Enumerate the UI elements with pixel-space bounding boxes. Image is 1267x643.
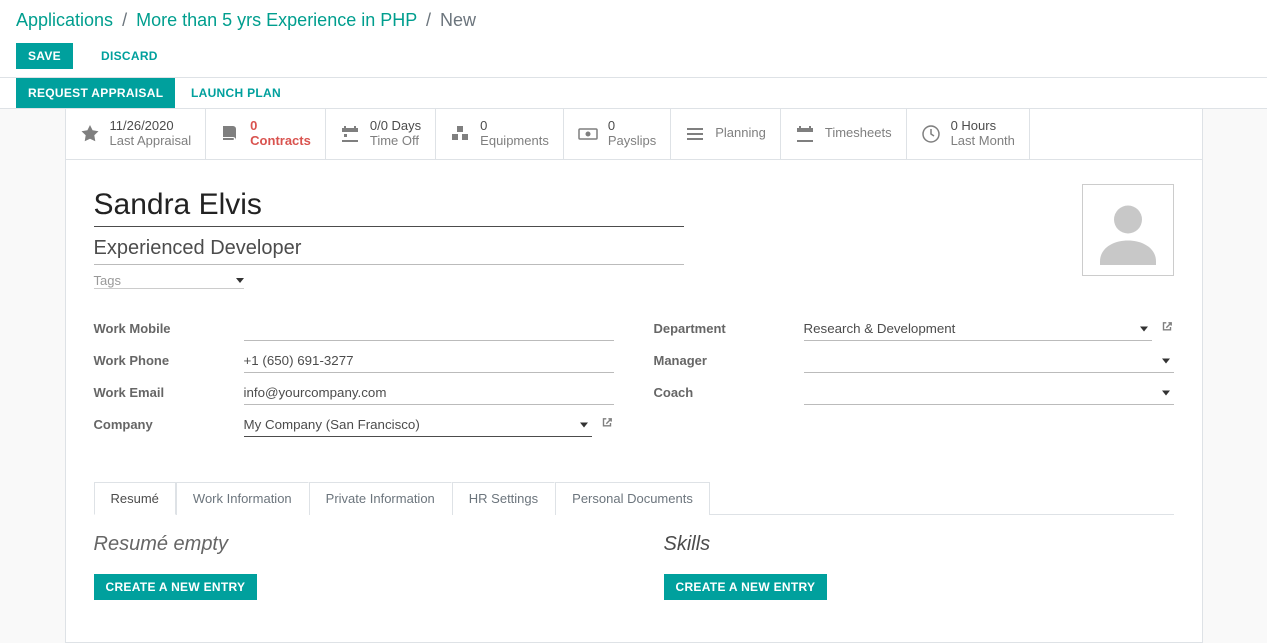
- tab-private-information[interactable]: Private Information: [309, 482, 452, 515]
- stat-bar: 11/26/2020 Last Appraisal 0 Contracts 0/…: [66, 109, 1202, 160]
- create-skill-entry-button[interactable]: CREATE A NEW ENTRY: [664, 574, 828, 600]
- launch-plan-button[interactable]: LAUNCH PLAN: [179, 78, 293, 108]
- skills-section-title: Skills: [664, 533, 1174, 556]
- stat-time-off[interactable]: 0/0 Days Time Off: [326, 109, 436, 159]
- stat-planning[interactable]: Planning: [671, 109, 781, 159]
- breadcrumb: Applications / More than 5 yrs Experienc…: [16, 0, 1251, 43]
- create-resume-entry-button[interactable]: CREATE A NEW ENTRY: [94, 574, 258, 600]
- job-title-input[interactable]: [94, 233, 684, 265]
- label-coach: Coach: [654, 385, 804, 400]
- manager-input[interactable]: [804, 349, 1174, 373]
- department-open-link[interactable]: [1160, 320, 1174, 337]
- label-work-mobile: Work Mobile: [94, 321, 244, 336]
- resume-section-title: Resumé empty: [94, 533, 604, 556]
- stat-last-month[interactable]: 0 Hours Last Month: [907, 109, 1030, 159]
- money-icon: [578, 124, 598, 144]
- coach-input[interactable]: [804, 381, 1174, 405]
- tab-work-information[interactable]: Work Information: [176, 482, 309, 515]
- tabs: Resumé Work Information Private Informat…: [94, 481, 1174, 515]
- calendar2-icon: [795, 124, 815, 144]
- tab-resume[interactable]: Resumé: [94, 482, 176, 515]
- stat-payslips[interactable]: 0 Payslips: [564, 109, 671, 159]
- boxes-icon: [450, 124, 470, 144]
- company-open-link[interactable]: [600, 416, 614, 433]
- stat-contracts[interactable]: 0 Contracts: [206, 109, 326, 159]
- stat-timesheets[interactable]: Timesheets: [781, 109, 907, 159]
- request-appraisal-button[interactable]: REQUEST APPRAISAL: [16, 78, 175, 108]
- work-email-input[interactable]: [244, 381, 614, 405]
- label-manager: Manager: [654, 353, 804, 368]
- breadcrumb-job[interactable]: More than 5 yrs Experience in PHP: [136, 10, 417, 30]
- book-icon: [220, 124, 240, 144]
- avatar[interactable]: [1082, 184, 1174, 276]
- breadcrumb-current: New: [440, 10, 476, 30]
- external-link-icon: [1160, 320, 1174, 334]
- tab-personal-documents[interactable]: Personal Documents: [555, 482, 710, 515]
- external-link-icon: [600, 416, 614, 430]
- label-company: Company: [94, 417, 244, 432]
- form-sheet: 11/26/2020 Last Appraisal 0 Contracts 0/…: [65, 109, 1203, 643]
- company-input[interactable]: [244, 413, 592, 437]
- save-button[interactable]: SAVE: [16, 43, 73, 69]
- discard-button[interactable]: DISCARD: [89, 43, 170, 69]
- department-input[interactable]: [804, 317, 1152, 341]
- label-work-email: Work Email: [94, 385, 244, 400]
- stat-equipments[interactable]: 0 Equipments: [436, 109, 564, 159]
- breadcrumb-applications[interactable]: Applications: [16, 10, 113, 30]
- label-department: Department: [654, 321, 804, 336]
- employee-name-input[interactable]: [94, 184, 684, 227]
- list-icon: [685, 124, 705, 144]
- stat-last-appraisal[interactable]: 11/26/2020 Last Appraisal: [66, 109, 207, 159]
- clock-icon: [921, 124, 941, 144]
- label-work-phone: Work Phone: [94, 353, 244, 368]
- work-phone-input[interactable]: [244, 349, 614, 373]
- work-mobile-input[interactable]: [244, 317, 614, 341]
- tags-input[interactable]: Tags: [94, 273, 244, 289]
- person-icon: [1093, 195, 1163, 265]
- tab-hr-settings[interactable]: HR Settings: [452, 482, 555, 515]
- calendar-icon: [340, 124, 360, 144]
- star-icon: [80, 124, 100, 144]
- chevron-down-icon: [236, 278, 244, 283]
